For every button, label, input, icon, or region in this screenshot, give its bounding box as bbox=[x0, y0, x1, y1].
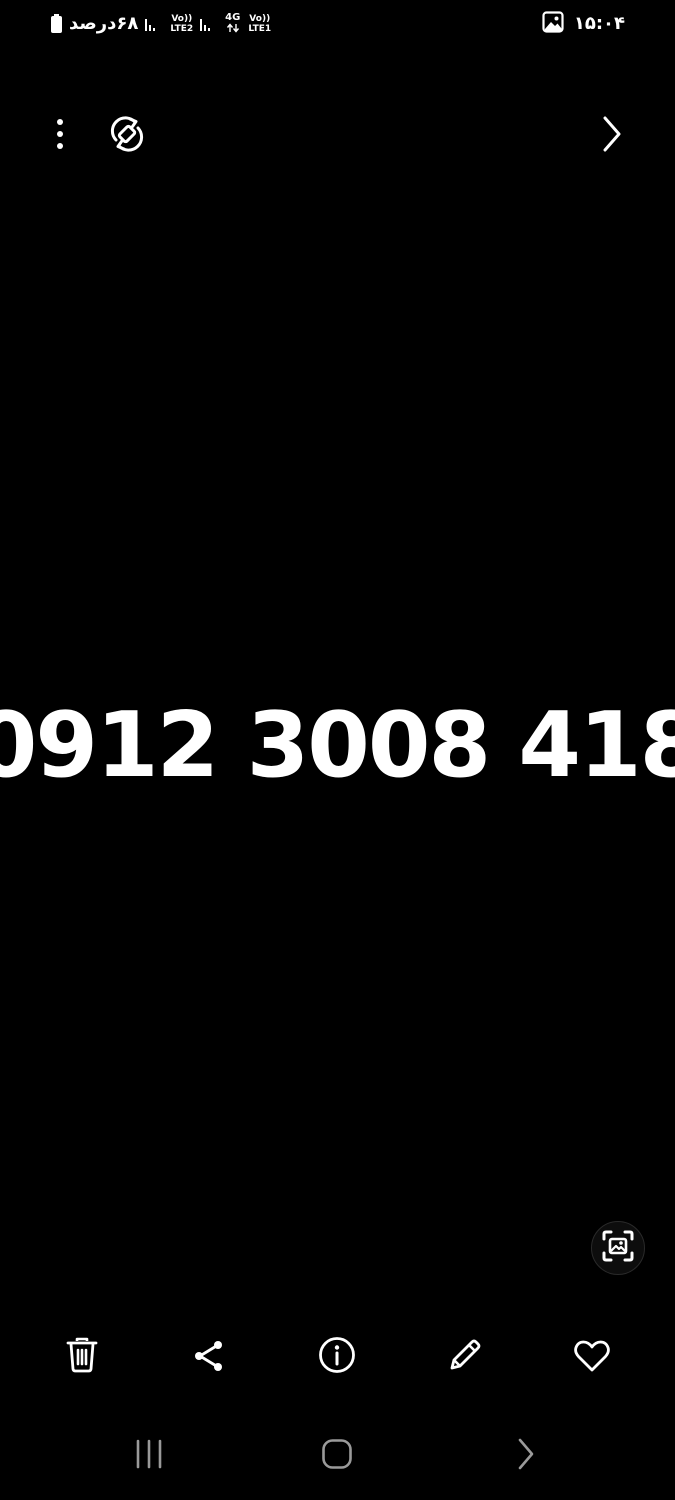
recents-icon bbox=[134, 1438, 164, 1474]
share-icon bbox=[192, 1339, 226, 1377]
favorite-icon bbox=[573, 1339, 611, 1377]
sim2-network: Vo)) LTE2 bbox=[170, 14, 193, 34]
home-button[interactable] bbox=[313, 1434, 361, 1478]
battery-icon bbox=[50, 14, 63, 34]
edit-button[interactable] bbox=[443, 1335, 487, 1379]
chevron-right-icon bbox=[601, 116, 623, 156]
sim1-network: Vo)) LTE1 bbox=[248, 14, 271, 34]
more-options-icon bbox=[56, 118, 64, 154]
clock: ۱۵:۰۴ bbox=[573, 13, 625, 34]
info-icon bbox=[318, 1336, 356, 1378]
signal-icon bbox=[199, 15, 217, 33]
home-icon bbox=[321, 1438, 353, 1474]
auto-rotate-icon bbox=[108, 115, 146, 157]
status-right-group: ۱۵:۰۴ bbox=[542, 10, 625, 38]
sim1-volte-label: Vo)) bbox=[249, 14, 271, 24]
sim1-lte-label: LTE1 bbox=[248, 24, 272, 34]
status-bar: ۶۸درصد Vo)) LTE2 4G Vo)) LTE1 ۱۵:۰۴ bbox=[0, 0, 675, 48]
scan-text-icon bbox=[601, 1229, 635, 1267]
info-button[interactable] bbox=[315, 1335, 359, 1379]
auto-rotate-button[interactable] bbox=[104, 113, 150, 159]
battery-percentage: ۶۸درصد bbox=[69, 13, 139, 34]
back-button[interactable] bbox=[502, 1434, 550, 1478]
status-left-group: ۶۸درصد Vo)) LTE2 4G Vo)) LTE1 bbox=[50, 10, 271, 38]
back-icon bbox=[516, 1437, 536, 1475]
delete-button[interactable] bbox=[60, 1334, 104, 1380]
share-button[interactable] bbox=[187, 1336, 231, 1380]
data-network: 4G bbox=[225, 11, 241, 36]
sim2-volte-label: Vo)) bbox=[171, 14, 193, 24]
data-arrows-icon bbox=[226, 22, 240, 36]
scan-text-button[interactable] bbox=[591, 1221, 645, 1275]
favorite-button[interactable] bbox=[570, 1336, 614, 1380]
image-text: 0912 3008 418 bbox=[0, 692, 675, 798]
delete-icon bbox=[66, 1337, 98, 1377]
more-options-button[interactable] bbox=[40, 116, 80, 156]
gallery-notification-icon bbox=[542, 11, 564, 37]
recents-button[interactable] bbox=[125, 1434, 173, 1478]
next-image-button[interactable] bbox=[592, 114, 632, 158]
edit-icon bbox=[447, 1337, 483, 1377]
net-type-label: 4G bbox=[225, 11, 241, 23]
sim2-lte-label: LTE2 bbox=[170, 24, 194, 34]
signal-icon bbox=[144, 15, 162, 33]
